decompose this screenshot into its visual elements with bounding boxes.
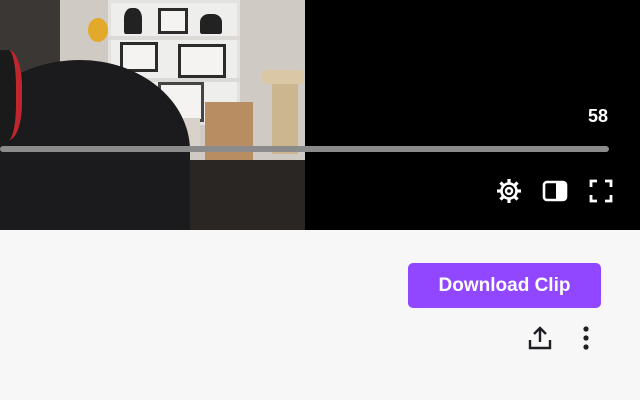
fullscreen-icon bbox=[589, 179, 613, 203]
share-button[interactable] bbox=[524, 324, 556, 356]
more-options-button[interactable] bbox=[570, 324, 602, 356]
seek-bar[interactable] bbox=[0, 146, 609, 152]
sidebar-toggle-icon bbox=[542, 180, 568, 202]
video-frame bbox=[0, 0, 305, 230]
settings-button[interactable] bbox=[496, 178, 522, 204]
video-time-display: 58 bbox=[587, 106, 608, 126]
download-clip-button[interactable]: Download Clip bbox=[408, 263, 601, 308]
fullscreen-button[interactable] bbox=[588, 178, 614, 204]
gear-icon bbox=[497, 179, 521, 203]
share-icon bbox=[527, 325, 553, 356]
theatre-mode-button[interactable] bbox=[542, 178, 568, 204]
video-player[interactable]: 58 bbox=[0, 0, 640, 230]
more-vertical-icon bbox=[582, 325, 590, 356]
